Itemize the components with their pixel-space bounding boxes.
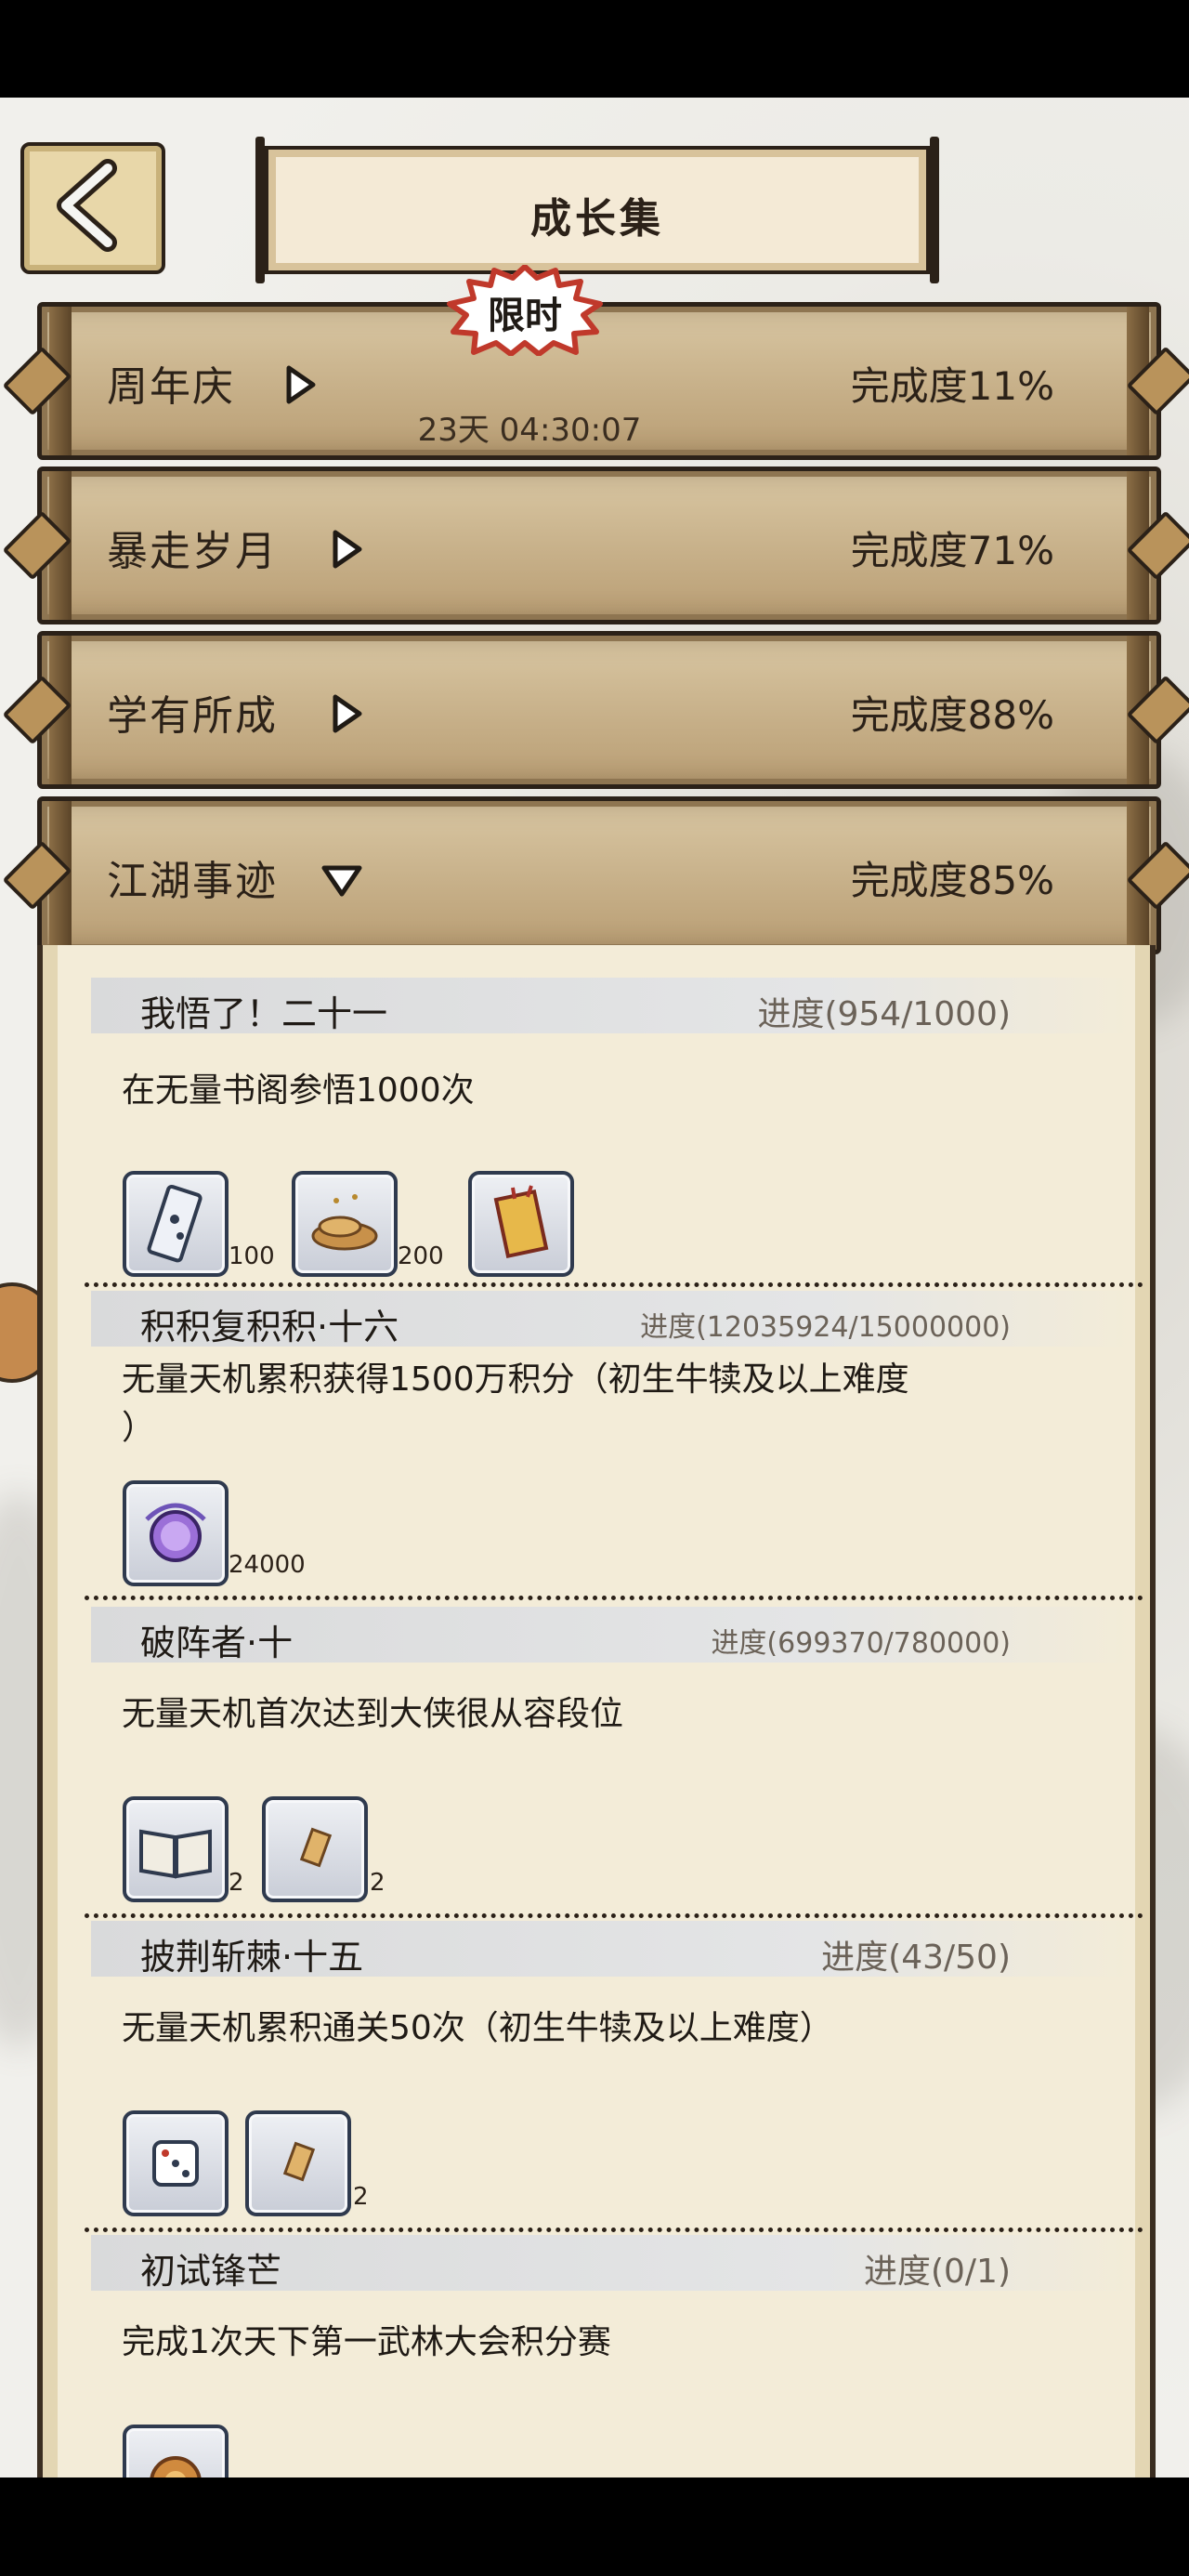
play-arrow-icon <box>333 694 362 733</box>
reward-quantity: 2 <box>353 2183 369 2211</box>
task-description: 完成1次天下第一武林大会积分赛 <box>122 2323 611 2361</box>
back-button[interactable] <box>20 142 165 274</box>
purple-orb-icon <box>145 1503 206 1562</box>
reward-fragment[interactable] <box>245 2110 351 2216</box>
system-navigation-bar <box>0 2477 1189 2576</box>
countdown-timer: 23天 04:30:07 <box>417 412 642 449</box>
completion-rate: 完成度11% <box>850 363 1054 409</box>
divider <box>85 1913 1143 1918</box>
reward-title[interactable] <box>468 1171 574 1277</box>
completion-rate: 完成度71% <box>850 528 1054 573</box>
reward-quantity: 100 <box>229 1242 275 1270</box>
reward-quantity: 200 <box>398 1242 444 1270</box>
reward-book[interactable] <box>123 1796 229 1902</box>
task-description: 在无量书阁参悟1000次 <box>122 1071 475 1110</box>
task-description: 无量天机累积通关50次（初生牛犊及以上难度） <box>122 2009 833 2047</box>
play-arrow-icon <box>286 365 316 404</box>
category-name: 暴走岁月 <box>107 528 278 575</box>
category-name: 周年庆 <box>107 363 235 411</box>
category-learning[interactable]: 学有所成 完成度88% <box>2 631 1189 789</box>
reward-quantity: 24000 <box>229 1551 306 1579</box>
status-bar <box>0 0 1189 98</box>
growth-collection-screen: 成长集 周年庆 完成度11% 限时 23天 04:30:07 暴走岁月 完成度7… <box>0 98 1189 2477</box>
task-progress: 进度(954/1000) <box>757 995 1011 1033</box>
task-name: 我悟了！二十一 <box>140 993 388 1034</box>
play-arrow-icon <box>333 530 362 569</box>
task-description: 无量天机累积获得1500万积分（初生牛犊及以上难度 ） <box>122 1360 909 1447</box>
back-arrow-icon <box>57 159 117 252</box>
category-name: 学有所成 <box>107 692 278 740</box>
reward-ticket[interactable] <box>123 1171 229 1277</box>
task-progress: 进度(699370/780000) <box>711 1627 1011 1660</box>
divider <box>85 1596 1143 1600</box>
reward-medal[interactable] <box>123 2425 229 2477</box>
task-list-panel[interactable]: 我悟了！二十一 进度(954/1000) 在无量书阁参悟1000次 100 20… <box>37 945 1156 2477</box>
ticket-icon <box>147 1184 203 1263</box>
completion-rate: 完成度85% <box>850 858 1054 903</box>
category-jianghu-deeds[interactable]: 江湖事迹 完成度85% <box>2 796 1189 954</box>
reward-quantity: 2 <box>370 1869 385 1897</box>
book-icon <box>139 1829 212 1879</box>
task-progress: 进度(12035924/15000000) <box>640 1311 1011 1344</box>
scroll-fragment-icon <box>299 1827 333 1868</box>
reward-quantity: 2 <box>229 1869 244 1897</box>
task-name: 初试锋芒 <box>140 2251 282 2292</box>
task-name: 破阵者·十 <box>140 1623 294 1663</box>
reward-gold[interactable] <box>292 1171 398 1277</box>
title-banner: 成长集 <box>255 137 939 283</box>
category-rampage-years[interactable]: 暴走岁月 完成度71% <box>2 467 1189 624</box>
medal-icon <box>150 2456 202 2477</box>
divider <box>85 1282 1143 1287</box>
task-progress: 进度(0/1) <box>863 2253 1011 2291</box>
page-title: 成长集 <box>530 195 664 243</box>
expand-down-arrow-icon <box>321 865 362 897</box>
scroll-fragment-icon <box>282 2141 316 2182</box>
divider <box>85 2228 1143 2232</box>
reward-dice[interactable] <box>123 2110 229 2216</box>
task-progress: 进度(43/50) <box>821 1939 1011 1977</box>
task-description: 无量天机首次达到大侠很从容段位 <box>122 1695 624 1733</box>
reward-fragment[interactable] <box>262 1796 368 1902</box>
gold-pile-icon <box>311 1194 378 1251</box>
task-name: 披荆斩棘·十五 <box>140 1937 364 1978</box>
limited-label: 限时 <box>488 295 562 337</box>
dice-icon <box>152 2140 199 2187</box>
limited-time-badge: 限时 <box>405 265 643 358</box>
title-scroll-icon <box>493 1185 549 1259</box>
category-name: 江湖事迹 <box>107 858 278 905</box>
reward-orb[interactable] <box>123 1480 229 1586</box>
completion-rate: 完成度88% <box>850 692 1054 738</box>
task-name: 积积复积积·十六 <box>140 1307 399 1347</box>
